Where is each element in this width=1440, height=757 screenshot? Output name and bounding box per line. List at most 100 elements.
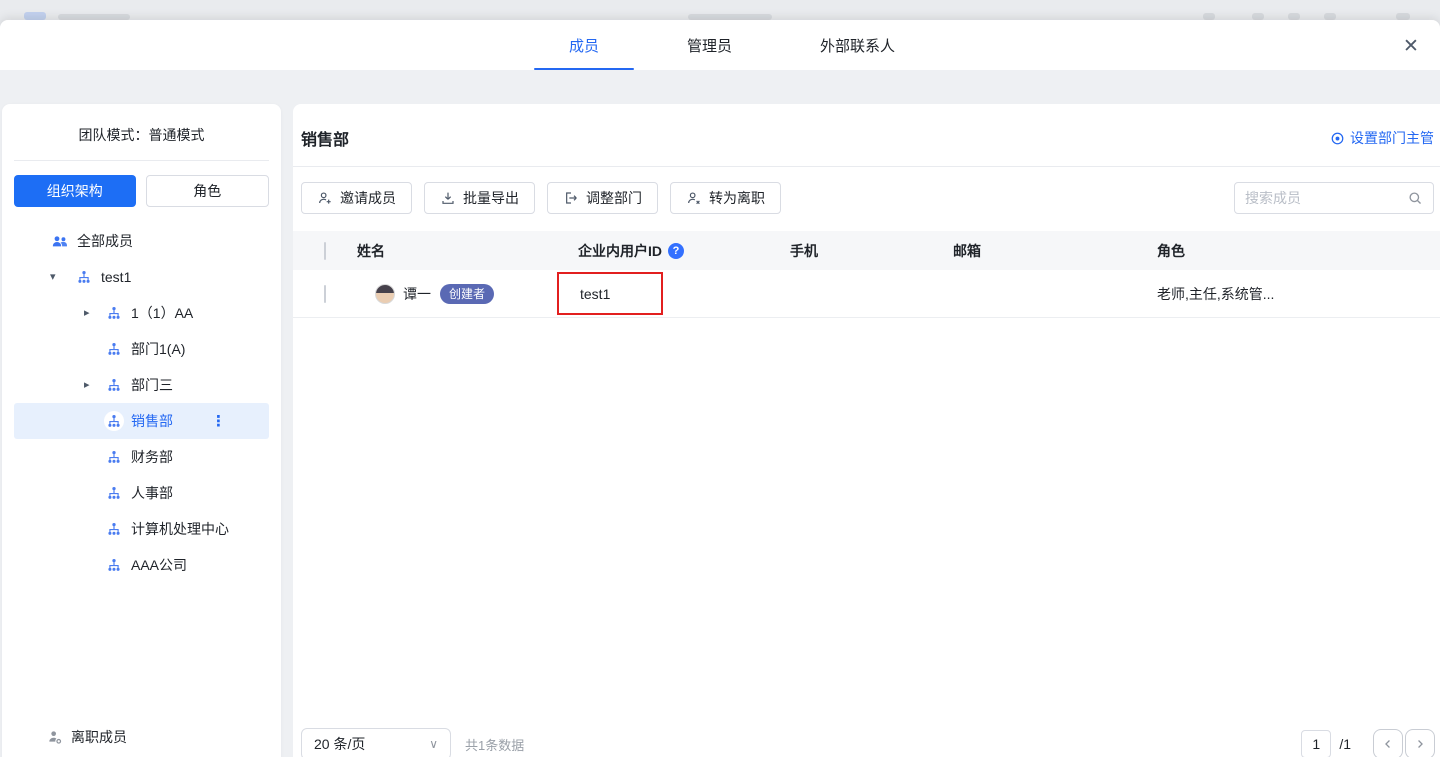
- sidebar-item-label: 部门1(A): [131, 339, 185, 359]
- column-header-name: 姓名: [357, 241, 578, 261]
- department-icon: [104, 447, 124, 467]
- sidebar-item-label: 财务部: [131, 447, 173, 467]
- sidebar-item-all-members[interactable]: 全部成员: [14, 223, 269, 259]
- main-divider: [293, 166, 1440, 167]
- sidebar-item-computer-center[interactable]: ▸ 计算机处理中心: [14, 511, 269, 547]
- department-panel: 销售部 设置部门主管 邀请成员 批量导出 调整部门 转为离职: [293, 104, 1440, 757]
- search-icon: [1407, 190, 1423, 206]
- department-icon: [104, 303, 124, 323]
- department-icon: [74, 267, 94, 287]
- move-out-icon: [563, 190, 579, 206]
- invite-member-label: 邀请成员: [340, 188, 396, 208]
- set-department-manager-label: 设置部门主管: [1350, 128, 1434, 148]
- modal-header: 成员 管理员 外部联系人 ✕: [0, 20, 1440, 70]
- background-toolbar-icon: [1203, 13, 1215, 20]
- column-header-email: 邮箱: [953, 241, 1157, 261]
- page-size-select[interactable]: 20 条/页 ∨: [301, 728, 451, 757]
- set-department-manager-link[interactable]: 设置部门主管: [1330, 128, 1434, 148]
- sidebar-item-label: 销售部: [131, 411, 173, 431]
- background-toolbar-icon: [1324, 13, 1336, 20]
- sidebar-item-sales-dept[interactable]: ▸ 销售部 ⋮: [14, 403, 269, 439]
- annotation-red-box: test1: [557, 272, 663, 315]
- tab-bar: 成员 管理员 外部联系人: [0, 20, 1440, 70]
- column-header-user-id: 企业内用户ID: [578, 241, 662, 261]
- member-role: 老师,主任,系统管...: [1157, 284, 1427, 304]
- background-toolbar-icon: [1396, 13, 1410, 20]
- caret-right-icon[interactable]: ▸: [84, 380, 104, 391]
- sidebar-item-label: AAA公司: [131, 555, 187, 575]
- resigned-members-item[interactable]: 离职成员: [2, 727, 127, 747]
- department-icon: [104, 339, 124, 359]
- background-app-bar: [0, 0, 1440, 20]
- target-icon: [1330, 131, 1345, 146]
- tab-external-contacts[interactable]: 外部联系人: [820, 20, 895, 70]
- sidebar-item-label: 1（1）AA: [131, 303, 193, 323]
- adjust-department-button[interactable]: 调整部门: [547, 182, 658, 214]
- department-icon: [104, 519, 124, 539]
- batch-export-button[interactable]: 批量导出: [424, 182, 535, 214]
- row-checkbox[interactable]: [324, 285, 326, 303]
- search-input[interactable]: [1245, 190, 1407, 206]
- invite-member-button[interactable]: 邀请成员: [301, 182, 412, 214]
- team-mode-label: 团队模式：普通模式: [2, 104, 281, 145]
- department-icon: [104, 375, 124, 395]
- chevron-right-icon: [1413, 737, 1427, 751]
- member-user-id: test1: [580, 286, 610, 302]
- sidebar-item-1-1-aa[interactable]: ▸ 1（1）AA: [14, 295, 269, 331]
- avatar: [375, 284, 395, 304]
- prev-page-button[interactable]: [1373, 729, 1403, 757]
- sidebar-item-label: 部门三: [131, 375, 173, 395]
- sidebar-item-label: test1: [101, 269, 131, 285]
- more-menu-icon[interactable]: ⋮: [211, 414, 226, 429]
- adjust-department-label: 调整部门: [586, 188, 642, 208]
- sidebar-item-finance-dept[interactable]: ▸ 财务部: [14, 439, 269, 475]
- page-total-label: /1: [1339, 736, 1351, 752]
- sidebar-divider: [14, 160, 269, 161]
- member-toolbar: 邀请成员 批量导出 调整部门 转为离职: [301, 182, 1434, 214]
- department-icon: [104, 555, 124, 575]
- org-sidebar: 团队模式：普通模式 组织架构 角色 全部成员 ▾ test1 ▸: [2, 104, 281, 757]
- batch-export-label: 批量导出: [463, 188, 519, 208]
- convert-to-resigned-label: 转为离职: [709, 188, 765, 208]
- pagination: /1: [1301, 729, 1435, 757]
- background-logo: [24, 12, 46, 20]
- sidebar-item-label: 计算机处理中心: [131, 519, 229, 539]
- roles-button[interactable]: 角色: [146, 175, 270, 207]
- column-header-phone: 手机: [790, 241, 953, 261]
- person-remove-icon: [686, 190, 702, 206]
- department-icon: [104, 483, 124, 503]
- chevron-left-icon: [1381, 737, 1395, 751]
- total-count-label: 共1条数据: [465, 735, 524, 754]
- org-structure-button[interactable]: 组织架构: [14, 175, 136, 207]
- sidebar-item-dept1a[interactable]: ▸ 部门1(A): [14, 331, 269, 367]
- table-footer: 20 条/页 ∨ 共1条数据 /1: [301, 728, 1435, 757]
- sidebar-item-label: 人事部: [131, 483, 173, 503]
- page-size-value: 20 条/页: [314, 734, 365, 754]
- person-add-icon: [317, 190, 333, 206]
- tab-members[interactable]: 成员: [569, 20, 599, 70]
- background-toolbar-icon: [1288, 13, 1300, 20]
- sidebar-item-hr-dept[interactable]: ▸ 人事部: [14, 475, 269, 511]
- next-page-button[interactable]: [1405, 729, 1435, 757]
- member-name: 谭一: [403, 284, 431, 304]
- table-header-row: 姓名 企业内用户ID ? 手机 邮箱 角色: [293, 231, 1440, 270]
- table-row: 谭一 创建者 test1 老师,主任,系统管...: [293, 270, 1440, 318]
- help-icon[interactable]: ?: [668, 243, 684, 259]
- caret-down-icon[interactable]: ▾: [50, 272, 74, 283]
- all-members-icon: [50, 231, 70, 251]
- caret-right-icon[interactable]: ▸: [84, 308, 104, 319]
- page-number-input[interactable]: [1301, 730, 1331, 757]
- sidebar-item-aaa-company[interactable]: ▸ AAA公司: [14, 547, 269, 583]
- member-management-modal: 成员 管理员 外部联系人 ✕ 团队模式：普通模式 组织架构 角色 全部成员 ▾: [0, 20, 1440, 757]
- sidebar-item-label: 全部成员: [77, 231, 133, 251]
- convert-to-resigned-button[interactable]: 转为离职: [670, 182, 781, 214]
- select-all-checkbox[interactable]: [324, 242, 326, 260]
- sidebar-item-dept3[interactable]: ▸ 部门三: [14, 367, 269, 403]
- close-button[interactable]: ✕: [1398, 33, 1424, 59]
- creator-badge: 创建者: [440, 284, 494, 304]
- tab-admins[interactable]: 管理员: [687, 20, 732, 70]
- chevron-down-icon: ∨: [429, 737, 438, 751]
- page-title: 销售部: [301, 126, 349, 150]
- sidebar-item-test1[interactable]: ▾ test1: [14, 259, 269, 295]
- download-icon: [440, 190, 456, 206]
